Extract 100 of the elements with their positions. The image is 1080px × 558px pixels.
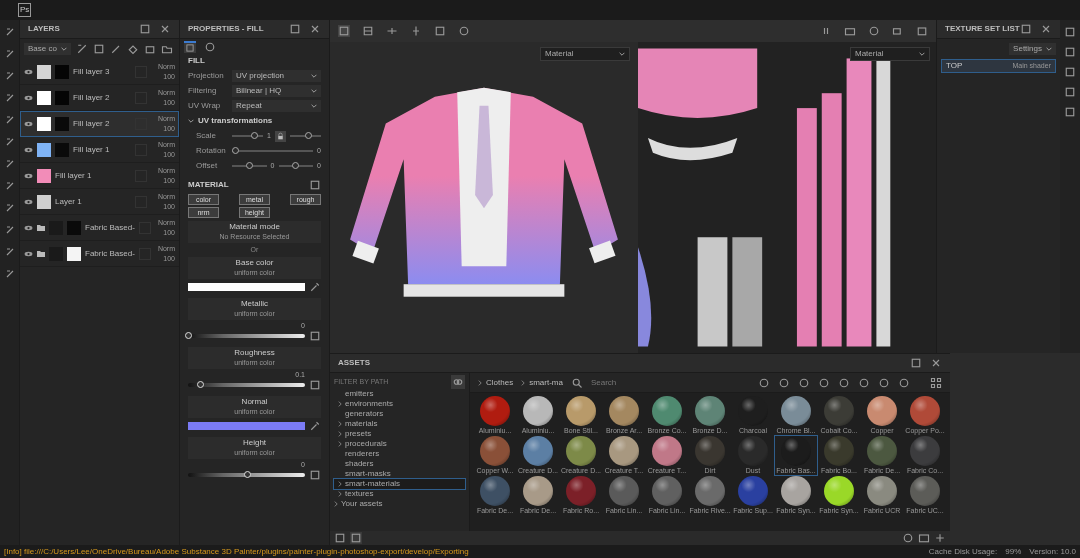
chevron-down-icon: [1046, 47, 1052, 51]
layer-name: Fabric Based-: [85, 247, 135, 260]
breadcrumb[interactable]: Clothes: [486, 376, 514, 389]
version-label: Version: 10.0: [1029, 545, 1076, 558]
search-field[interactable]: Search: [590, 376, 701, 389]
mask-icon[interactable]: [75, 43, 88, 55]
chevron-down-icon: [188, 119, 194, 123]
layer-settings-icon[interactable]: [184, 41, 196, 53]
field-label: Projection: [188, 70, 225, 82]
channel-name: Metallic: [240, 299, 269, 309]
maximize-icon[interactable]: [289, 23, 301, 35]
slider-thumb[interactable]: [305, 132, 313, 139]
tree-item[interactable]: presets: [334, 429, 465, 439]
folder-icon[interactable]: [160, 43, 173, 55]
cache-value: 99%: [1005, 545, 1022, 558]
eyedropper-icon[interactable]: [309, 281, 321, 293]
slider-thumb[interactable]: [232, 147, 239, 154]
channel-name: Height: [242, 438, 267, 448]
channel-name: Base color: [235, 258, 274, 268]
target-icon[interactable]: [458, 25, 470, 37]
filter-icon[interactable]: [451, 375, 465, 389]
eye-icon[interactable]: [24, 198, 33, 205]
chevron-right-icon[interactable]: [478, 379, 482, 386]
eye-icon[interactable]: [24, 94, 33, 101]
layer-name: Fill layer 1: [55, 169, 93, 182]
close-icon[interactable]: [930, 357, 942, 369]
close-icon[interactable]: [159, 23, 171, 35]
tree-item[interactable]: textures: [334, 489, 465, 499]
layout-icon[interactable]: [362, 25, 374, 37]
layer-name: Fabric Based-: [85, 221, 135, 234]
search-icon[interactable]: [570, 376, 583, 389]
maximize-icon[interactable]: [910, 357, 922, 369]
eye-icon[interactable]: [24, 146, 33, 153]
uv-transformations-toggle[interactable]: UV transformations: [188, 115, 321, 127]
slider-thumb[interactable]: [292, 162, 300, 169]
panel-title: LAYERS: [28, 23, 60, 35]
chevron-down-icon: [311, 74, 317, 78]
eye-icon[interactable]: [24, 68, 33, 75]
breadcrumb[interactable]: smart-ma: [529, 376, 563, 389]
tree-item[interactable]: procedurals: [334, 439, 465, 449]
tree-item[interactable]: environments: [334, 399, 465, 409]
panel-title: TEXTURE SET LIST: [945, 23, 1020, 35]
view-mode-dropdown[interactable]: Material: [850, 47, 930, 61]
channel-name: Normal: [241, 397, 268, 407]
layer-name: Fill layer 1: [73, 143, 111, 156]
maximize-icon[interactable]: [1020, 23, 1032, 35]
channel-name: Roughness: [234, 348, 275, 358]
layer-name: Layer 1: [55, 195, 83, 208]
folder-icon: [37, 250, 45, 257]
chevron-right-icon[interactable]: [521, 379, 526, 386]
split-horizontal-icon[interactable]: [386, 25, 398, 37]
video-icon[interactable]: [892, 25, 904, 37]
tree-item[interactable]: smart-masks: [334, 469, 465, 479]
eyedropper-icon[interactable]: [309, 420, 321, 432]
field-label: Offset: [196, 160, 219, 172]
lock-icon[interactable]: [274, 130, 286, 142]
tree-item[interactable]: generators: [334, 409, 465, 419]
section-heading: MATERIAL: [188, 179, 229, 191]
eye-icon[interactable]: [24, 120, 33, 127]
split-vertical-icon[interactable]: [410, 25, 422, 37]
dropdown[interactable]: UV projection: [232, 70, 321, 82]
field-label: UV Wrap: [188, 100, 222, 112]
color-swatch[interactable]: [188, 283, 305, 291]
close-icon[interactable]: [309, 23, 321, 35]
settings-dropdown[interactable]: Settings: [1009, 43, 1056, 55]
texture-set-name: TOP: [946, 60, 963, 72]
chevron-right-icon[interactable]: [338, 401, 342, 407]
add-icon[interactable]: [934, 532, 946, 544]
close-icon[interactable]: [1040, 23, 1052, 35]
section-heading: FILL: [188, 55, 206, 67]
tree-item[interactable]: renderers: [334, 449, 465, 459]
color-swatch[interactable]: [188, 422, 305, 430]
slider-thumb[interactable]: [250, 132, 258, 139]
tree-item[interactable]: emitters: [334, 389, 465, 399]
tree-item[interactable]: shaders: [334, 459, 465, 469]
layer-name: Fill layer 2: [73, 91, 111, 104]
layer-name: Fill layer 2: [73, 117, 111, 130]
log-message: [Info] file:///C:/Users/Lee/OneDrive/Bureau/Adobe Substance 3D Painter/plugins/painter-plugin-photoshop-export/develop/Exporting: [4, 545, 470, 558]
chevron-down-icon: [919, 52, 925, 56]
2d-viewport[interactable]: Material: [638, 42, 936, 353]
grid-view-icon[interactable]: [930, 376, 942, 389]
eye-icon[interactable]: [24, 224, 33, 231]
eye-icon[interactable]: [24, 250, 33, 257]
blend-mode-select[interactable]: Base co: [24, 43, 71, 55]
tree-item[interactable]: smart-materials: [334, 479, 465, 489]
tree-item[interactable]: Your assets: [341, 499, 383, 509]
cache-label: Cache Disk Usage:: [928, 545, 998, 558]
dropdown[interactable]: Repeat: [232, 100, 321, 112]
view-mode-dropdown[interactable]: Material: [540, 47, 630, 61]
dropdown[interactable]: Bilinear | HQ: [232, 85, 321, 97]
layer-name: Fill layer 3: [73, 65, 111, 78]
chevron-down-icon: [60, 47, 67, 51]
maximize-icon[interactable]: [139, 23, 151, 35]
grid-icon[interactable]: [338, 25, 350, 37]
chevron-down-icon: [619, 52, 625, 56]
chevron-down-icon: [311, 89, 317, 93]
tree-item[interactable]: materials: [334, 419, 465, 429]
field-label: Filtering: [188, 85, 218, 97]
panel-title: ASSETS: [338, 357, 370, 369]
eye-icon[interactable]: [24, 172, 33, 179]
